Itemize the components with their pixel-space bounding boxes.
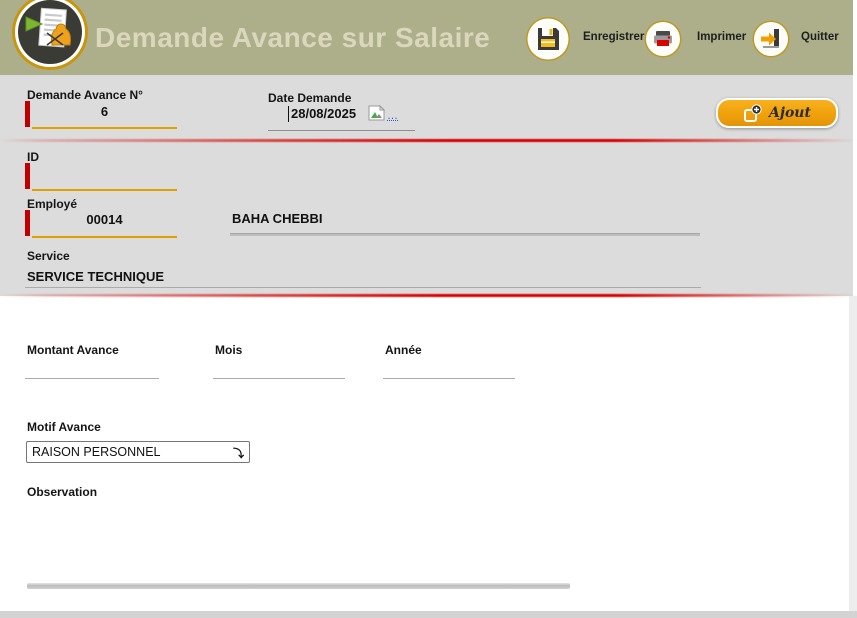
observation-field[interactable] (25, 503, 574, 579)
service-value: SERVICE TECHNIQUE (27, 269, 164, 284)
employe-label: Employé (27, 197, 77, 211)
print-icon[interactable] (644, 20, 682, 63)
observation-label: Observation (27, 485, 97, 499)
red-divider (0, 139, 857, 142)
required-marker (25, 163, 30, 189)
calendar-picker-broken-image-icon[interactable]: … (368, 105, 398, 121)
demande-no-label: Demande Avance N° (27, 88, 143, 102)
add-button-label: Ajout (769, 105, 811, 121)
page-title: Demande Avance sur Salaire (95, 22, 490, 54)
id-field[interactable] (32, 165, 177, 180)
motif-label: Motif Avance (27, 420, 101, 434)
date-demande-label: Date Demande (268, 91, 351, 105)
montant-field[interactable] (27, 357, 157, 372)
exit-icon[interactable] (752, 20, 790, 63)
mois-field[interactable] (215, 357, 343, 372)
field-underline (383, 378, 515, 379)
print-button[interactable]: Imprimer (697, 31, 746, 43)
header-bar: Demande Avance sur Salaire Enregistrer (0, 0, 853, 75)
field-underline (230, 233, 700, 236)
field-underline (25, 287, 701, 288)
save-button[interactable]: Enregistrer (583, 31, 644, 43)
right-edge-strip (849, 296, 857, 611)
window-bottom-edge (0, 611, 857, 618)
mois-label: Mois (215, 343, 242, 357)
annee-field[interactable] (385, 357, 513, 372)
add-button[interactable]: Ajout (716, 98, 838, 128)
employe-name-value: BAHA CHEBBI (232, 211, 323, 226)
field-underline (32, 236, 177, 238)
annee-label: Année (385, 343, 422, 357)
quit-button[interactable]: Quitter (801, 31, 839, 43)
required-marker (25, 210, 30, 236)
motif-select[interactable]: RAISON PERSONNEL (26, 441, 250, 463)
field-underline (32, 127, 177, 129)
text-caret (288, 106, 289, 122)
date-demande-field[interactable]: 28/08/2025 (291, 106, 356, 121)
employe-code-field[interactable]: 00014 (32, 212, 177, 227)
field-underline (32, 189, 177, 191)
service-label: Service (27, 249, 70, 263)
red-divider (0, 294, 857, 297)
motif-select-wrap: RAISON PERSONNEL ⤵ (26, 441, 250, 463)
app-window: Demande Avance sur Salaire Enregistrer (0, 0, 857, 618)
save-icon[interactable] (525, 16, 571, 67)
demande-no-field[interactable]: 6 (32, 104, 177, 119)
montant-label: Montant Avance (27, 343, 119, 357)
add-icon (743, 104, 762, 123)
horizontal-scrollbar[interactable] (27, 583, 570, 589)
field-underline (268, 130, 415, 131)
field-underline (25, 378, 159, 379)
id-label: ID (27, 150, 39, 164)
field-underline (213, 378, 345, 379)
app-logo-icon (11, 0, 89, 71)
required-marker (25, 101, 30, 127)
